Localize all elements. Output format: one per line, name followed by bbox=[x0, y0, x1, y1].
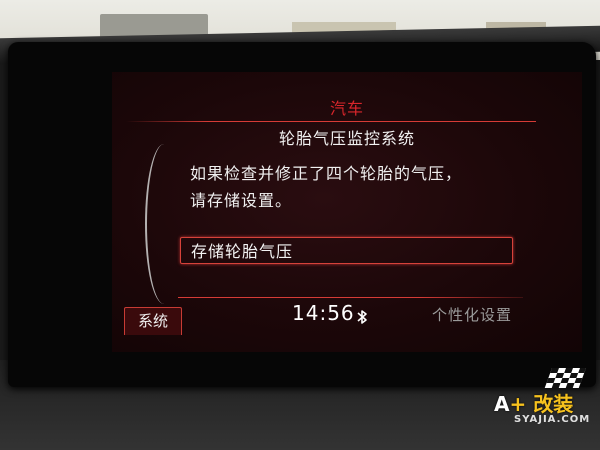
message-line: 如果检查并修正了四个轮胎的气压， bbox=[190, 164, 463, 183]
logo-wordmark: A+ 改装 bbox=[494, 388, 573, 417]
logo-chinese: 改装 bbox=[533, 392, 574, 416]
logo-letter: A bbox=[494, 392, 510, 416]
message-line: 请存储设置。 bbox=[190, 191, 293, 210]
title-divider bbox=[126, 121, 536, 122]
watermark-logo: A+ 改装 SYAJIA.COM bbox=[492, 368, 592, 428]
bluetooth-icon bbox=[357, 310, 367, 324]
clock-display: 14:56 bbox=[292, 301, 355, 325]
save-tire-pressure-button[interactable]: 存储轮胎气压 bbox=[180, 237, 513, 264]
info-message: 如果检查并修正了四个轮胎的气压， 请存储设置。 bbox=[190, 160, 510, 214]
scroll-arc-indicator bbox=[145, 144, 183, 304]
tab-personal-settings[interactable]: 个性化设置 bbox=[432, 304, 512, 325]
logo-plus: + bbox=[509, 392, 527, 416]
tab-system[interactable]: 系统 bbox=[124, 307, 182, 335]
logo-url: SYAJIA.COM bbox=[514, 414, 591, 425]
footer-divider bbox=[178, 297, 523, 298]
section-title: 汽车 bbox=[329, 99, 364, 118]
infotainment-screen: 汽车 轮胎气压监控系统 如果检查并修正了四个轮胎的气压， 请存储设置。 存储轮胎… bbox=[112, 72, 582, 352]
